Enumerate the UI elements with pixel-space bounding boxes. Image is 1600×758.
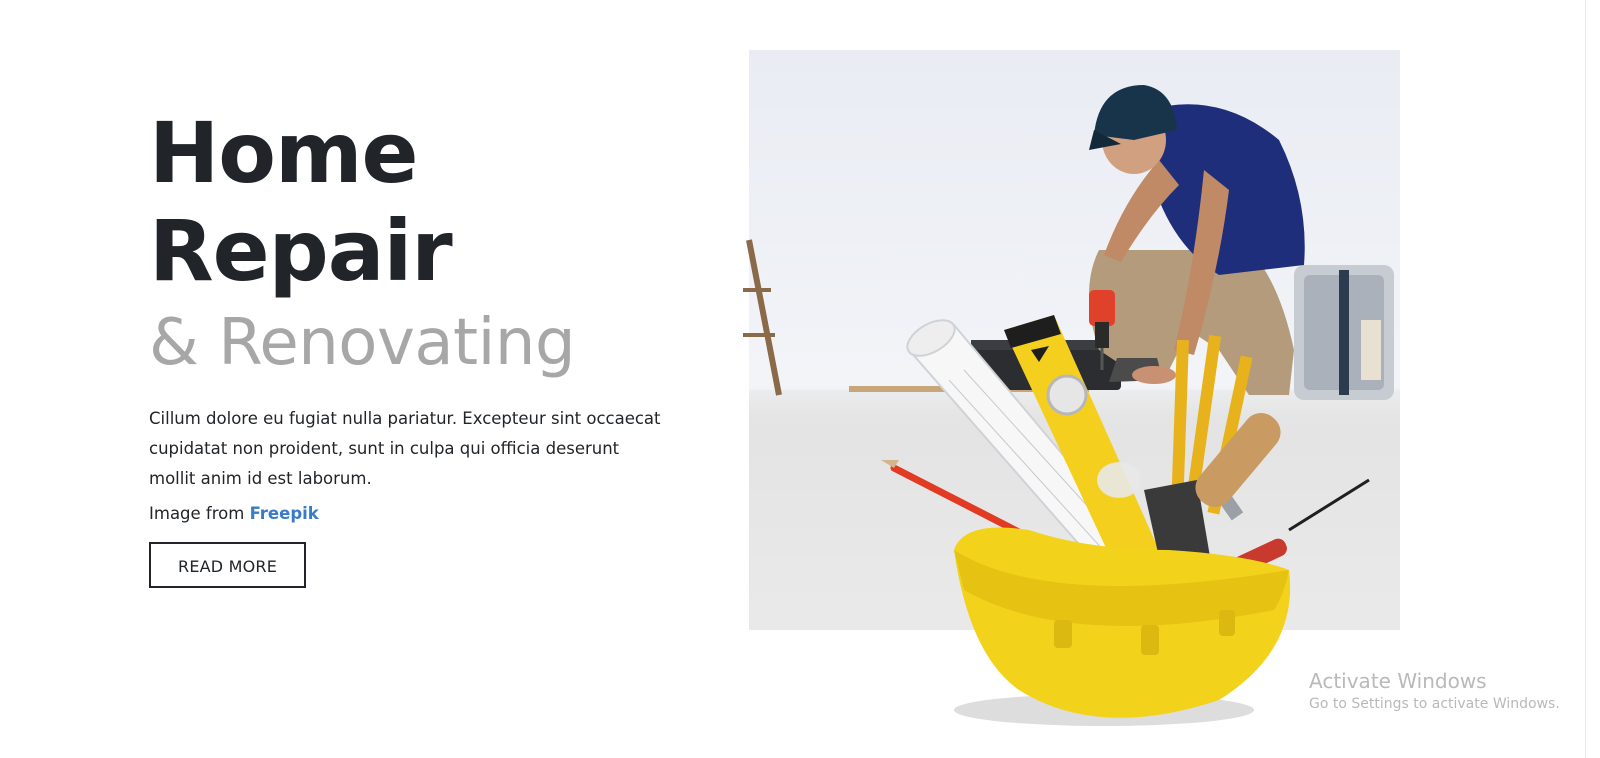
credit-prefix: Image from (149, 504, 250, 523)
hero-image (743, 50, 1400, 726)
watermark-title: Activate Windows (1309, 669, 1487, 693)
tool-case-icon (1294, 265, 1394, 400)
image-credit: Image from Freepik (149, 502, 679, 526)
hero-title-repair: Repair (149, 202, 453, 300)
hero-text: Home Repair & Renovating Cillum dolore e… (149, 104, 679, 588)
hero-description: Cillum dolore eu fugiat nulla pariatur. … (149, 409, 661, 488)
read-more-button[interactable]: READ MORE (149, 542, 307, 588)
watermark-subtitle: Go to Settings to activate Windows. (1309, 696, 1560, 712)
worker-figure (1089, 85, 1305, 395)
activate-windows-watermark: Activate Windows Go to Settings to activ… (1309, 668, 1560, 714)
freepik-link[interactable]: Freepik (250, 504, 319, 523)
hero-illustration (743, 85, 1400, 726)
ladder-icon (743, 239, 782, 396)
hero-title-home: Home (149, 104, 419, 202)
hero-subtitle: & Renovating (149, 306, 576, 380)
window-edge (1585, 0, 1586, 758)
page: Home Repair & Renovating Cillum dolore e… (0, 0, 1600, 758)
